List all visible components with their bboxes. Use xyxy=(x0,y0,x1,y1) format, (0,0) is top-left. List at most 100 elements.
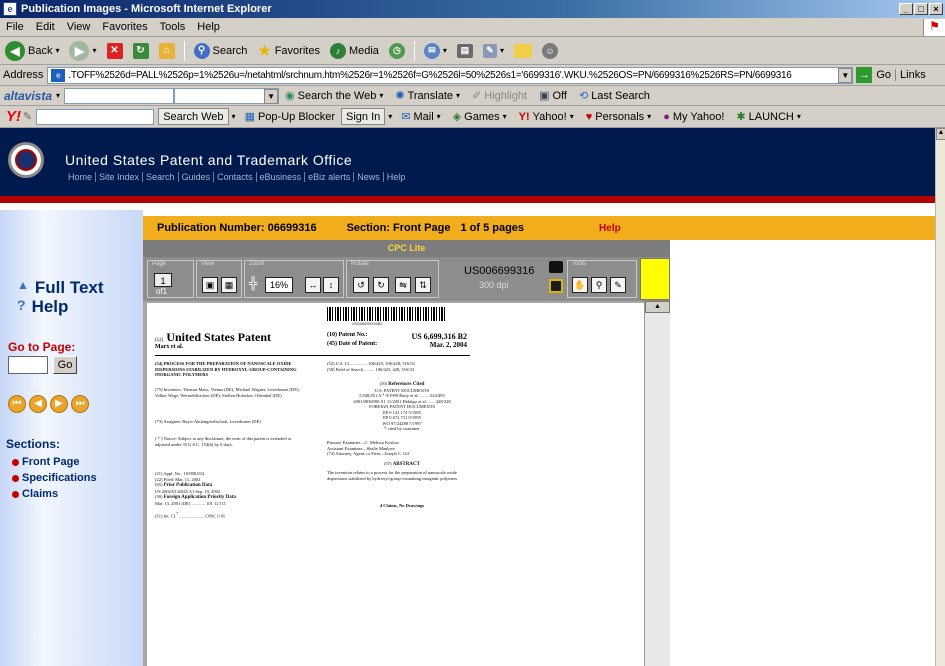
menu-tools[interactable]: Tools xyxy=(154,21,192,33)
yahoo-search-web-button[interactable]: Search Web xyxy=(158,108,229,125)
prev-page-icon[interactable]: ◀ xyxy=(29,395,47,413)
nav-site-index[interactable]: Site Index xyxy=(96,172,144,182)
altavista-dropdown-icon[interactable]: ▾ xyxy=(56,91,60,100)
translate-button[interactable]: ✺ Translate ▾ xyxy=(389,89,466,103)
home-button[interactable]: ⌂ xyxy=(154,42,180,59)
next-page-icon[interactable]: ▶ xyxy=(50,395,68,413)
rotate-left-icon[interactable]: ↺ xyxy=(353,277,369,293)
games-button[interactable]: ◈ Games ▾ xyxy=(447,110,513,124)
edit-button[interactable]: ✎ ▾ xyxy=(478,43,509,58)
maximize-button[interactable]: □ xyxy=(914,3,928,15)
scroll-up-icon[interactable]: ▲ xyxy=(936,128,945,140)
address-input[interactable]: e .TOFF%2526d=PALL%2526p=1%2526u=/netaht… xyxy=(47,66,854,84)
goto-page-button[interactable]: Go xyxy=(53,356,77,374)
last-search-button[interactable]: ⟲ Last Search xyxy=(573,89,656,103)
rotate-right-icon[interactable]: ↻ xyxy=(373,277,389,293)
fit-width-icon[interactable]: ↔ xyxy=(305,277,321,293)
off-button[interactable]: ▣ Off xyxy=(533,89,573,103)
yahoo-logo[interactable]: Y! xyxy=(0,108,23,125)
altavista-combo-dropdown-icon[interactable]: ▼ xyxy=(264,88,279,104)
my-yahoo-button[interactable]: ● My Yahoo! xyxy=(657,111,730,123)
launch-dropdown-icon[interactable]: ▾ xyxy=(797,112,801,121)
stop-button[interactable]: ✕ xyxy=(102,42,128,59)
print-button[interactable]: ▤ xyxy=(452,43,478,58)
magnify-icon[interactable]: ⚲ xyxy=(591,277,607,293)
games-dropdown-icon[interactable]: ▾ xyxy=(503,112,507,121)
yahoo-search-dropdown-icon[interactable]: ▾ xyxy=(232,112,236,121)
sign-in-button[interactable]: Sign In xyxy=(341,108,386,125)
full-text-link[interactable]: ▲ Full Text xyxy=(17,278,104,298)
history-button[interactable]: ◷ xyxy=(384,42,410,59)
altavista-combo-field[interactable] xyxy=(175,89,264,103)
first-page-icon[interactable]: ⏮ xyxy=(8,395,26,413)
nav-home[interactable]: Home xyxy=(65,172,97,182)
altavista-logo[interactable]: altavista xyxy=(0,89,56,103)
section-claims[interactable]: Claims xyxy=(12,488,58,500)
save-icon[interactable] xyxy=(549,279,563,293)
yahoo-pencil-icon[interactable]: ✎ xyxy=(23,110,32,123)
edit-dropdown-icon[interactable]: ▾ xyxy=(500,46,504,55)
fit-height-icon[interactable]: ↕ xyxy=(323,277,339,293)
links-button[interactable]: Links xyxy=(895,69,926,81)
highlight-button[interactable]: ✐ Highlight xyxy=(466,89,533,103)
document-scrollbar[interactable]: ▲ xyxy=(644,301,670,666)
zoom-slider-icon[interactable]: ╬ xyxy=(249,276,258,290)
go-arrow-icon[interactable]: → xyxy=(856,67,873,83)
back-dropdown-icon[interactable]: ▾ xyxy=(55,46,59,55)
altavista-search-field[interactable] xyxy=(65,89,173,103)
help-link[interactable]: ? Help xyxy=(17,297,68,317)
sign-in-dropdown-icon[interactable]: ▾ xyxy=(388,112,392,121)
page-number-box[interactable]: 1 xyxy=(154,273,172,287)
translate-dropdown-icon[interactable]: ▾ xyxy=(456,91,460,100)
altavista-combo[interactable]: ▼ xyxy=(174,87,280,104)
altavista-search-input[interactable] xyxy=(64,87,175,104)
highlight-color-swatch[interactable] xyxy=(640,258,670,300)
back-button[interactable]: ◀ Back ▾ xyxy=(0,40,64,61)
last-page-icon[interactable]: ⏭ xyxy=(71,395,89,413)
address-url[interactable]: .TOFF%2526d=PALL%2526p=1%2526u=/netahtml… xyxy=(68,70,838,81)
search-the-web-button[interactable]: ◉ Search the Web ▾ xyxy=(279,89,389,103)
document-scroll-up-icon[interactable]: ▲ xyxy=(645,301,670,313)
nav-help[interactable]: Help xyxy=(384,172,409,182)
zoom-level[interactable]: 16% xyxy=(265,277,293,293)
mail-button[interactable]: ✉ ▾ xyxy=(419,42,452,59)
hand-pan-icon[interactable]: ✋ xyxy=(572,277,588,293)
launch-button[interactable]: ✱ LAUNCH ▾ xyxy=(730,110,806,124)
menu-file[interactable]: File xyxy=(0,21,30,33)
single-page-icon[interactable]: ▣ xyxy=(202,277,218,293)
invert-icon[interactable]: ⇅ xyxy=(415,277,431,293)
search-web-dropdown-icon[interactable]: ▾ xyxy=(379,91,383,100)
go-button[interactable]: Go xyxy=(872,69,895,81)
messenger-button[interactable]: ☺ xyxy=(537,42,563,59)
forward-button[interactable]: ▶ ▾ xyxy=(64,40,101,61)
nav-contacts[interactable]: Contacts xyxy=(214,172,257,182)
yahoo-search-field[interactable] xyxy=(37,110,153,124)
popup-blocker-button[interactable]: ▦ Pop-Up Blocker xyxy=(239,110,341,124)
uspto-seal-icon[interactable] xyxy=(8,142,44,178)
close-button[interactable]: × xyxy=(929,3,943,15)
publication-help-link[interactable]: Help xyxy=(599,223,621,234)
goto-page-input[interactable] xyxy=(8,356,48,374)
yahoo-mail-button[interactable]: ✉ Mail ▾ xyxy=(395,110,446,124)
address-dropdown-icon[interactable]: ▼ xyxy=(838,67,853,83)
patent-front-page[interactable]: US006699316B2 (12) United States Patent … xyxy=(147,303,644,666)
menu-favorites[interactable]: Favorites xyxy=(96,21,153,33)
menu-help[interactable]: Help xyxy=(191,21,226,33)
nav-news[interactable]: News xyxy=(354,172,384,182)
nav-search[interactable]: Search xyxy=(143,172,179,182)
folder-button[interactable] xyxy=(509,43,537,58)
printer-icon[interactable] xyxy=(549,261,563,273)
mail-dropdown-icon[interactable]: ▾ xyxy=(443,46,447,55)
mail-menu-icon[interactable]: ▾ xyxy=(437,112,441,121)
nav-ebusiness[interactable]: eBusiness xyxy=(257,172,306,182)
nav-ebiz-alerts[interactable]: eBiz alerts xyxy=(305,172,355,182)
menu-view[interactable]: View xyxy=(61,21,97,33)
yahoo-search-input[interactable] xyxy=(36,108,155,125)
nav-guides[interactable]: Guides xyxy=(179,172,215,182)
personals-dropdown-icon[interactable]: ▾ xyxy=(647,112,651,121)
refresh-button[interactable]: ↻ xyxy=(128,42,154,59)
search-button[interactable]: ⚲ Search xyxy=(189,42,253,59)
yahoo-link-button[interactable]: Y! Yahoo! ▾ xyxy=(513,111,580,123)
section-specifications[interactable]: Specifications xyxy=(12,472,97,484)
forward-dropdown-icon[interactable]: ▾ xyxy=(92,46,96,55)
